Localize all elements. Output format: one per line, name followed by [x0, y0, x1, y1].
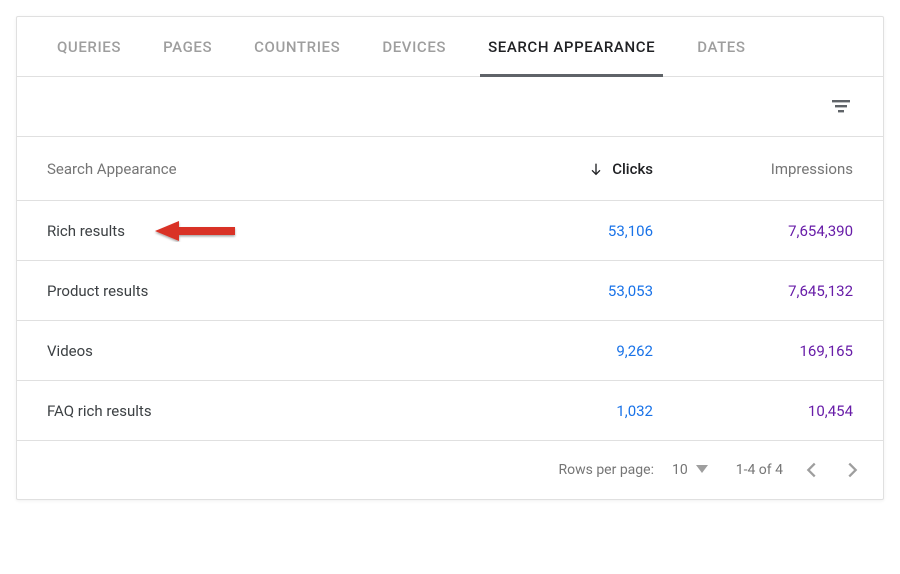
column-header-name[interactable]: Search Appearance	[47, 160, 473, 178]
table-row[interactable]: Rich results 53,1067,654,390	[17, 201, 883, 261]
table-row[interactable]: FAQ rich results 1,03210,454	[17, 381, 883, 441]
row-impressions: 7,654,390	[653, 222, 853, 240]
row-name: Product results	[47, 282, 148, 300]
filter-icon[interactable]	[829, 95, 853, 119]
report-card: QUERIES PAGES COUNTRIES DEVICES SEARCH A…	[16, 16, 884, 500]
tab-search-appearance[interactable]: SEARCH APPEARANCE	[488, 17, 655, 77]
row-impressions: 7,645,132	[653, 282, 853, 300]
table-header: Search Appearance Clicks Impressions	[17, 137, 883, 201]
row-impressions: 10,454	[653, 402, 853, 420]
row-name: Rich results	[47, 222, 125, 240]
tab-pages[interactable]: PAGES	[163, 17, 212, 77]
tab-devices[interactable]: DEVICES	[382, 17, 446, 77]
row-name: Videos	[47, 342, 93, 360]
prev-page-button[interactable]	[801, 459, 823, 481]
rows-per-page-value: 10	[672, 462, 688, 478]
tab-dates[interactable]: DATES	[697, 17, 745, 77]
table-row[interactable]: Product results 53,0537,645,132	[17, 261, 883, 321]
rows-per-page-select[interactable]: 10	[672, 462, 708, 478]
filter-bar	[17, 77, 883, 137]
tab-countries[interactable]: COUNTRIES	[254, 17, 340, 77]
table-row[interactable]: Videos 9,262169,165	[17, 321, 883, 381]
row-clicks: 53,106	[473, 222, 653, 240]
row-clicks: 9,262	[473, 342, 653, 360]
annotation-arrow-icon	[153, 220, 237, 242]
column-header-impressions[interactable]: Impressions	[653, 160, 853, 178]
next-page-button[interactable]	[841, 459, 863, 481]
row-clicks: 53,053	[473, 282, 653, 300]
tab-queries[interactable]: QUERIES	[57, 17, 121, 77]
column-header-clicks[interactable]: Clicks	[473, 160, 653, 178]
sort-descending-icon	[588, 161, 604, 177]
row-clicks: 1,032	[473, 402, 653, 420]
tabs-bar: QUERIES PAGES COUNTRIES DEVICES SEARCH A…	[17, 17, 883, 77]
rows-per-page-label: Rows per page:	[558, 462, 653, 478]
pagination-bar: Rows per page: 10 1-4 of 4	[17, 441, 883, 499]
clicks-label: Clicks	[612, 160, 653, 178]
row-impressions: 169,165	[653, 342, 853, 360]
row-name: FAQ rich results	[47, 402, 152, 420]
page-range-text: 1-4 of 4	[736, 462, 783, 478]
dropdown-icon	[696, 462, 708, 478]
